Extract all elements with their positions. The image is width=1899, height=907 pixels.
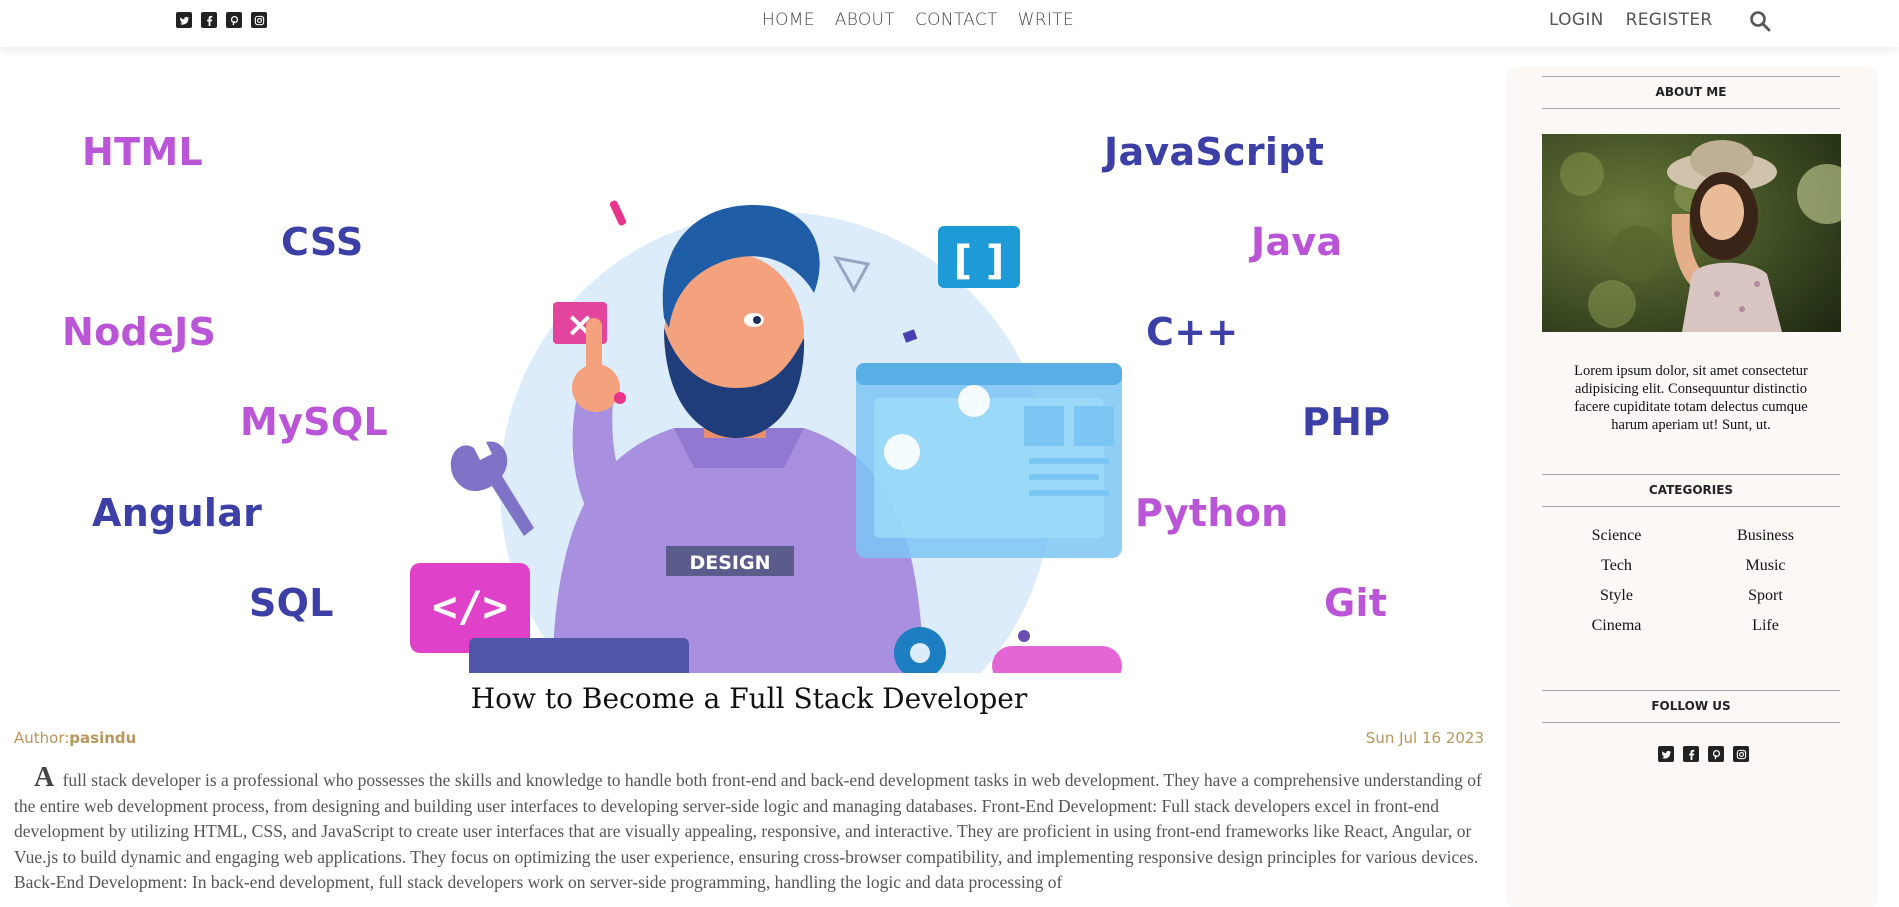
author-label: Author: [14,729,70,747]
tech-label-mysql: MySQL [240,400,388,444]
post-date: Sun Jul 16 2023 [1365,729,1484,747]
search-icon[interactable] [1748,9,1772,33]
about-me-heading: ABOUT ME [1542,76,1840,109]
tech-label-css: CSS [281,220,364,264]
about-me-photo [1542,134,1841,332]
instagram-icon[interactable] [251,12,267,28]
pinterest-icon[interactable] [226,12,242,28]
header-social-links [176,12,267,28]
svg-text:[ ]: [ ] [954,238,1005,284]
facebook-icon[interactable] [1683,746,1699,762]
sidebar: ABOUT ME Lorem ipsum dolor, sit amet con… [1506,67,1878,907]
twitter-icon[interactable] [176,12,192,28]
facebook-icon[interactable] [201,12,217,28]
twitter-icon[interactable] [1658,746,1674,762]
about-me-text: Lorem ipsum dolor, sit amet consectetur … [1574,363,1808,433]
nav-about[interactable]: ABOUT [835,10,895,30]
svg-text:</>: </> [432,582,508,631]
nav-write[interactable]: WRITE [1018,10,1074,30]
tech-label-angular: Angular [92,491,263,535]
tech-label-java: Java [1251,220,1343,264]
tech-label-javascript: JavaScript [1104,130,1325,174]
category-style[interactable]: Style [1542,587,1691,605]
tech-label-sql: SQL [249,581,334,625]
nav-contact[interactable]: CONTACT [915,10,998,30]
instagram-icon[interactable] [1733,746,1749,762]
post-title: How to Become a Full Stack Developer [470,682,1028,715]
categories-heading: CATEGORIES [1542,474,1840,507]
category-list: Science Business Tech Music Style Sport … [1542,527,1840,635]
category-tech[interactable]: Tech [1542,557,1691,575]
tech-label-nodejs: NodeJS [62,310,217,354]
category-sport[interactable]: Sport [1691,587,1840,605]
post-body: A full stack developer is a professional… [14,762,1482,892]
category-life[interactable]: Life [1691,617,1840,635]
tech-label-php: PHP [1302,400,1391,444]
top-bar: HOME ABOUT CONTACT WRITE LOGIN REGISTER [0,0,1899,47]
follow-us-heading: FOLLOW US [1542,690,1840,723]
author-name-link[interactable]: pasindu [69,729,136,747]
category-business[interactable]: Business [1691,527,1840,545]
auth-links: LOGIN REGISTER [1549,10,1713,30]
tech-label-python: Python [1135,491,1289,535]
post-author: Author:pasindu [14,729,136,747]
category-cinema[interactable]: Cinema [1542,617,1691,635]
login-link[interactable]: LOGIN [1549,10,1604,30]
category-science[interactable]: Science [1542,527,1691,545]
design-label: DESIGN [689,552,770,574]
tech-label-git: Git [1324,581,1388,625]
developer-illustration: [ ] × DESIGN </> [410,200,1122,673]
tech-label-html: HTML [82,130,203,174]
category-music[interactable]: Music [1691,557,1840,575]
register-link[interactable]: REGISTER [1626,10,1713,30]
sidebar-social-links [1658,746,1749,762]
tech-label-cpp: C++ [1146,310,1239,354]
main-nav: HOME ABOUT CONTACT WRITE [762,10,1074,30]
post-cover-image: HTML CSS NodeJS MySQL Angular SQL JavaSc… [14,88,1484,673]
nav-home[interactable]: HOME [762,10,815,30]
pinterest-icon[interactable] [1708,746,1724,762]
